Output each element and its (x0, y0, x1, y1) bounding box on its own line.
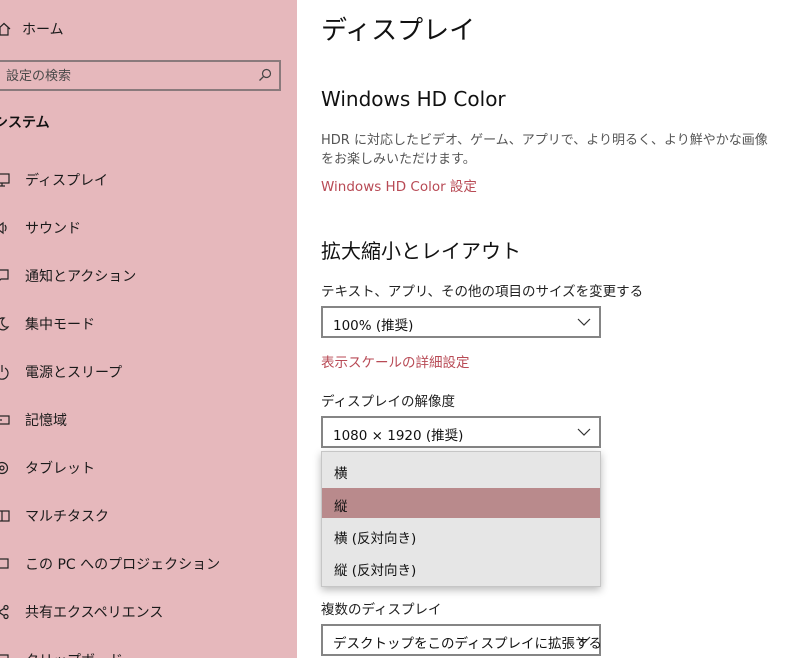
resolution-value: 1080 × 1920 (推奨) (333, 428, 464, 444)
sidebar-item-multitask[interactable]: マルチタスク (0, 502, 297, 530)
text-size-dropdown[interactable]: 100% (推奨) (321, 306, 601, 338)
sidebar-item-clipboard[interactable]: クリップボード (0, 646, 297, 658)
sidebar-item-label: 通知とアクション (25, 269, 137, 285)
search-icon[interactable] (258, 68, 272, 82)
text-size-label: テキスト、アプリ、その他の項目のサイズを変更する (321, 284, 644, 300)
hdr-heading: Windows HD Color (321, 87, 506, 111)
multiple-displays-value: デスクトップをこのディスプレイに拡張する (333, 636, 603, 652)
sidebar-item-label: サウンド (25, 221, 81, 237)
text-size-value: 100% (推奨) (333, 318, 414, 334)
sidebar-item-label: 共有エクスペリエンス (25, 605, 164, 621)
main-content: ディスプレイ Windows HD Color HDR に対応したビデオ、ゲーム… (297, 0, 790, 658)
chevron-down-icon (577, 318, 591, 326)
advanced-scaling-link[interactable]: 表示スケールの詳細設定 (321, 351, 470, 371)
scale-heading: 拡大縮小とレイアウト (321, 239, 521, 263)
sidebar-item-notifications[interactable]: 通知とアクション (0, 262, 297, 290)
sidebar-item-projection[interactable]: この PC へのプロジェクション (0, 550, 297, 578)
power-icon (0, 365, 9, 380)
option-label: 横 (反対向き) (334, 531, 417, 547)
multiple-displays-dropdown[interactable]: デスクトップをこのディスプレイに拡張する (321, 624, 603, 656)
orientation-dropdown-list: 横 縦 横 (反対向き) 縦 (反対向き) (321, 451, 601, 587)
section-title: システム (0, 115, 50, 131)
sidebar-item-storage[interactable]: 記憶域 (0, 406, 297, 434)
sidebar-item-sound[interactable]: サウンド (0, 214, 297, 242)
moon-icon (0, 317, 10, 331)
sidebar-item-power[interactable]: 電源とスリープ (0, 358, 297, 386)
sidebar-item-label: ディスプレイ (25, 173, 109, 189)
sidebar-item-display[interactable]: ディスプレイ (0, 166, 297, 194)
home-nav[interactable]: ホーム (0, 17, 64, 41)
orientation-option-landscape-flipped[interactable]: 横 (反対向き) (322, 520, 600, 550)
sidebar: ホーム システム ディスプレイ サウンド 通知とアクション (0, 0, 297, 658)
sidebar-item-label: 集中モード (25, 317, 95, 333)
option-label: 縦 (334, 499, 348, 515)
sidebar-item-label: 電源とスリープ (25, 365, 123, 381)
sidebar-item-label: この PC へのプロジェクション (25, 557, 221, 573)
tablet-icon (0, 461, 9, 475)
chevron-down-icon (577, 428, 591, 436)
orientation-option-portrait-flipped[interactable]: 縦 (反対向き) (322, 552, 600, 582)
projection-icon (0, 558, 9, 569)
sidebar-item-label: 記憶域 (25, 413, 67, 429)
settings-search[interactable] (0, 60, 281, 91)
speaker-icon (0, 221, 7, 235)
orientation-option-landscape[interactable]: 横 (322, 455, 600, 485)
multiple-displays-label: 複数のディスプレイ (321, 602, 442, 618)
sidebar-item-focus[interactable]: 集中モード (0, 310, 297, 338)
sidebar-item-shared[interactable]: 共有エクスペリエンス (0, 598, 297, 626)
hdr-description: HDR に対応したビデオ、ゲーム、アプリで、より明るく、より鮮やかな画像をお楽し… (321, 133, 768, 167)
home-icon (0, 22, 11, 36)
storage-icon (0, 415, 10, 425)
sidebar-item-label: タブレット (25, 461, 95, 477)
sidebar-item-label: マルチタスク (25, 509, 109, 525)
resolution-dropdown[interactable]: 1080 × 1920 (推奨) (321, 416, 601, 448)
option-label: 横 (334, 466, 348, 482)
resolution-label: ディスプレイの解像度 (321, 394, 456, 410)
multitask-icon (0, 510, 10, 522)
clipboard-icon (0, 654, 9, 658)
sidebar-item-tablet[interactable]: タブレット (0, 454, 297, 482)
option-label: 縦 (反対向き) (334, 563, 417, 579)
page-title: ディスプレイ (321, 16, 476, 46)
share-icon (0, 604, 9, 620)
search-input[interactable] (6, 66, 251, 86)
orientation-option-portrait[interactable]: 縦 (322, 488, 600, 518)
chevron-down-icon (577, 636, 591, 644)
hdr-settings-link[interactable]: Windows HD Color 設定 (321, 175, 477, 195)
monitor-icon (0, 173, 10, 187)
notification-icon (0, 269, 9, 281)
sidebar-item-label: クリップボード (25, 650, 123, 658)
home-label: ホーム (22, 22, 64, 38)
